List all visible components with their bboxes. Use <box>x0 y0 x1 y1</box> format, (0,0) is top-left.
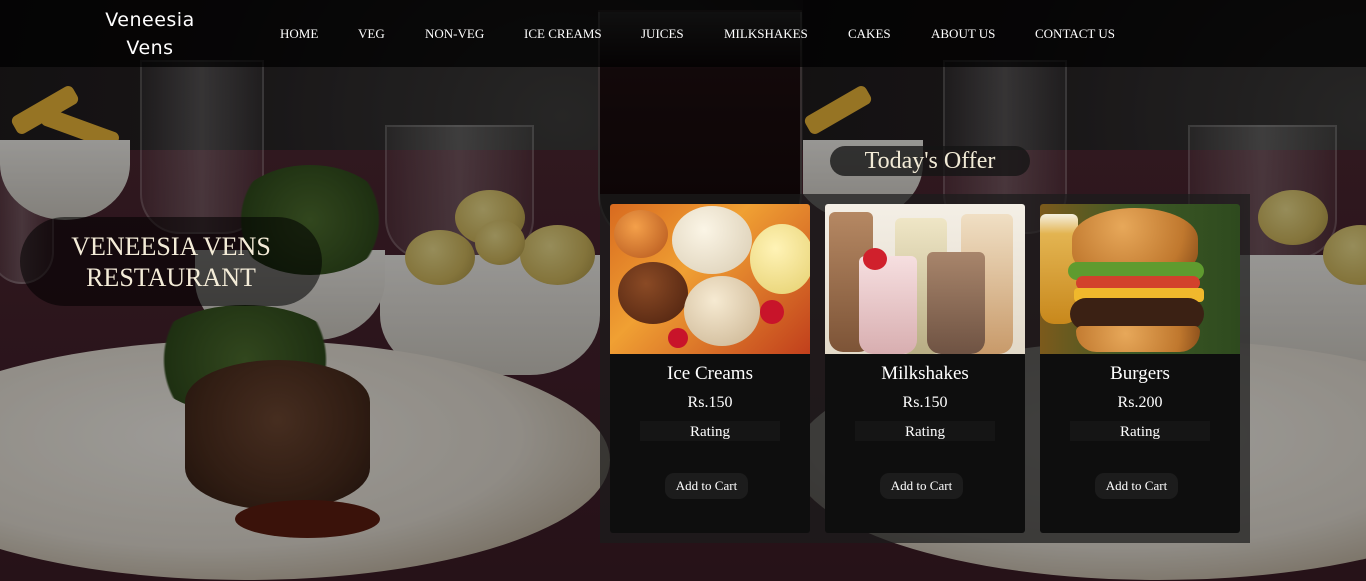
nav-link-about-us[interactable]: ABOUT US <box>931 26 995 42</box>
brand-name-line1: Veneesia <box>105 9 195 31</box>
nav-link-juices[interactable]: JUICES <box>641 26 684 42</box>
product-price: Rs.150 <box>902 394 948 411</box>
rating-label: Rating <box>905 424 945 440</box>
offer-card-milkshakes: Milkshakes Rs.150 Rating Add to Cart <box>825 204 1025 533</box>
product-name: Burgers <box>1110 363 1170 384</box>
add-to-cart-button[interactable]: Add to Cart <box>1095 473 1178 499</box>
nav-link-non-veg[interactable]: NON-VEG <box>425 26 484 42</box>
top-navbar: Veneesia Vens HOME VEG NON-VEG ICE CREAM… <box>0 0 1366 67</box>
product-name: Ice Creams <box>667 363 753 384</box>
nav-link-veg[interactable]: VEG <box>358 26 385 42</box>
offer-card-burgers: Burgers Rs.200 Rating Add to Cart <box>1040 204 1240 533</box>
brand-logo[interactable]: Veneesia Vens <box>98 6 202 62</box>
offer-section-title: Today's Offer <box>830 146 1030 176</box>
hero-title-line1: VENEESIA VENS <box>71 231 271 261</box>
hero-title: VENEESIA VENS RESTAURANT <box>20 217 322 306</box>
burger-image <box>1040 204 1240 354</box>
nav-link-home[interactable]: HOME <box>280 26 318 42</box>
nav-link-contact-us[interactable]: CONTACT US <box>1035 26 1115 42</box>
offer-card-ice-creams: Ice Creams Rs.150 Rating Add to Cart <box>610 204 810 533</box>
rating-label: Rating <box>690 424 730 440</box>
rating-label: Rating <box>1120 424 1160 440</box>
nav-link-cakes[interactable]: CAKES <box>848 26 891 42</box>
brand-name-line2: Vens <box>126 37 174 59</box>
product-price: Rs.150 <box>687 394 733 411</box>
product-name: Milkshakes <box>881 363 969 384</box>
nav-link-ice-creams[interactable]: ICE CREAMS <box>524 26 602 42</box>
hero-title-line2: RESTAURANT <box>86 262 256 292</box>
ice-cream-image <box>610 204 810 354</box>
milkshake-image <box>825 204 1025 354</box>
product-price: Rs.200 <box>1117 394 1163 411</box>
nav-link-milkshakes[interactable]: MILKSHAKES <box>724 26 808 42</box>
add-to-cart-button[interactable]: Add to Cart <box>665 473 748 499</box>
add-to-cart-button[interactable]: Add to Cart <box>880 473 963 499</box>
